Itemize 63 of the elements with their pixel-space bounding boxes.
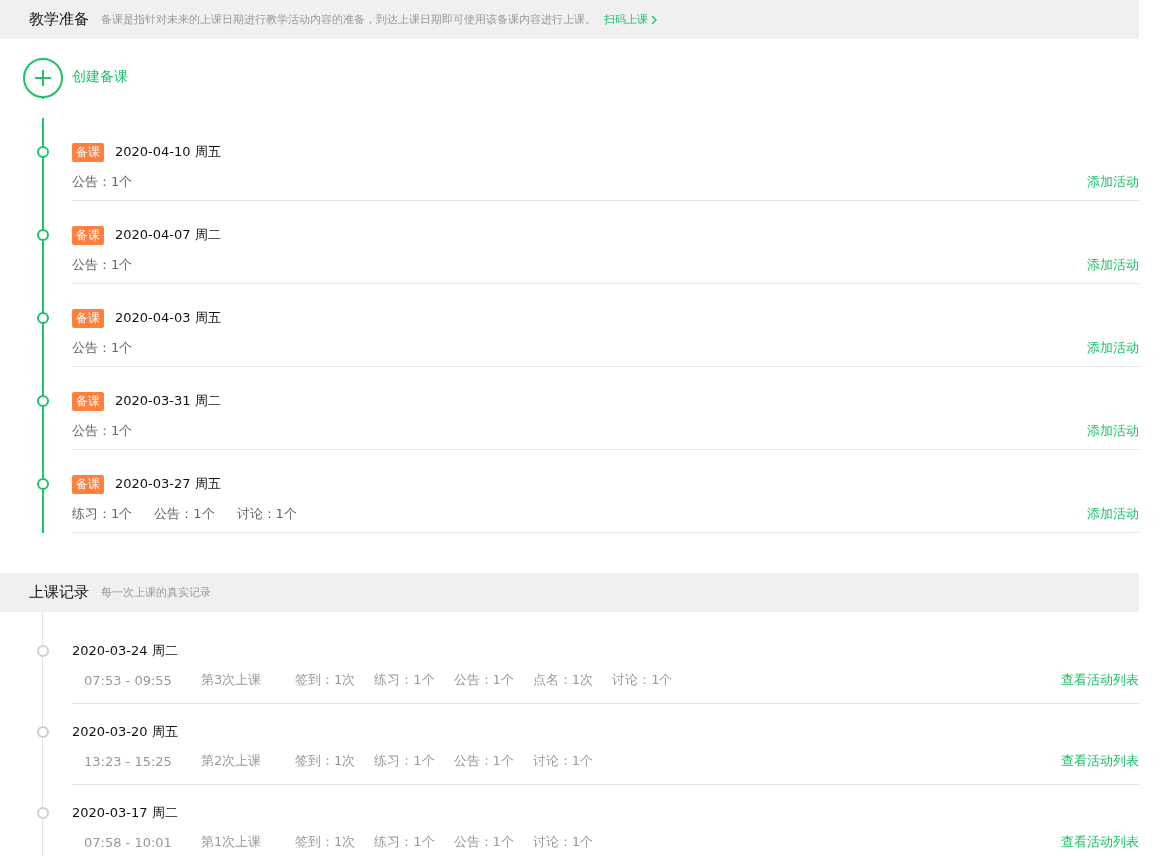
session-label: 第2次上课 <box>201 752 263 770</box>
time-range: 07:58 - 10:01 <box>84 834 173 850</box>
chevron-icon <box>651 14 657 25</box>
stat-text: 讨论：1个 <box>532 752 594 770</box>
add-activity-link[interactable]: 添加活动 <box>1087 505 1139 523</box>
stat-text: 练习：1个 <box>72 505 133 523</box>
timeline-dot <box>37 229 49 241</box>
session-label: 第3次上课 <box>201 671 263 689</box>
date-text: 2020-03-27 周五 <box>115 475 221 493</box>
stat-text: 讨论：1个 <box>612 671 673 689</box>
stat-text: 签到：1次 <box>295 671 356 689</box>
date-text: 2020-03-17 周二 <box>72 804 178 822</box>
stat-text: 公告：1个 <box>453 833 514 851</box>
prep-tag: 备课 <box>72 142 104 162</box>
section-title: 上课记录 <box>29 583 89 602</box>
add-activity-link[interactable]: 添加活动 <box>1087 339 1139 357</box>
view-activities-link[interactable]: 查看活动列表 <box>1061 752 1139 770</box>
timeline-dot <box>37 146 49 158</box>
timeline-dot <box>37 395 49 407</box>
stat-text: 签到：1次 <box>295 833 356 851</box>
prep-tag: 备课 <box>72 308 104 328</box>
add-circle-icon[interactable] <box>23 58 63 98</box>
session-label: 第1次上课 <box>201 833 263 851</box>
stat-text: 讨论：1个 <box>236 505 297 523</box>
prep-tag: 备课 <box>72 225 104 245</box>
timeline-dot <box>37 312 49 324</box>
add-activity-link[interactable]: 添加活动 <box>1087 422 1139 440</box>
timeline-dot <box>37 645 49 657</box>
add-activity-link[interactable]: 添加活动 <box>1087 256 1139 274</box>
timeline-dot <box>37 478 49 490</box>
date-text: 2020-03-24 周二 <box>72 642 178 660</box>
timeline-dot <box>37 807 49 819</box>
stat-text: 公告：1个 <box>72 173 133 191</box>
stat-text: 公告：1个 <box>154 505 215 523</box>
add-activity-link[interactable]: 添加活动 <box>1087 173 1139 191</box>
scan-link[interactable]: 扫码上课 <box>604 12 657 27</box>
stat-text: 公告：1个 <box>72 422 133 440</box>
time-range: 13:23 - 15:25 <box>84 753 173 769</box>
date-text: 2020-04-10 周五 <box>115 143 221 161</box>
date-text: 2020-04-03 周五 <box>115 309 221 327</box>
view-activities-link[interactable]: 查看活动列表 <box>1061 671 1139 689</box>
section-description: 备课是指针对未来的上课日期进行教学活动内容的准备，到达上课日期即可使用该备课内容进行上课。 <box>101 12 596 27</box>
date-text: 2020-03-31 周二 <box>115 392 221 410</box>
stat-text: 讨论：1个 <box>532 833 594 851</box>
section-title: 教学准备 <box>29 10 89 29</box>
prep-tag: 备课 <box>72 474 104 494</box>
stat-text: 签到：1次 <box>295 752 356 770</box>
time-range: 07:53 - 09:55 <box>84 672 173 688</box>
create-prep-link[interactable]: 创建备课 <box>72 68 128 86</box>
stat-text: 点名：1次 <box>532 671 594 689</box>
stat-text: 练习：1个 <box>374 833 435 851</box>
stat-text: 公告：1个 <box>453 671 514 689</box>
stat-text: 练习：1个 <box>374 671 435 689</box>
stat-text: 公告：1个 <box>72 256 133 274</box>
timeline-dot <box>37 726 49 738</box>
prep-tag: 备课 <box>72 391 104 411</box>
date-text: 2020-03-20 周五 <box>72 723 178 741</box>
date-text: 2020-04-07 周二 <box>115 226 221 244</box>
section-description: 每一次上课的真实记录 <box>101 585 211 600</box>
stat-text: 公告：1个 <box>72 339 133 357</box>
stat-text: 练习：1个 <box>374 752 435 770</box>
view-activities-link[interactable]: 查看活动列表 <box>1061 833 1139 851</box>
stat-text: 公告：1个 <box>453 752 514 770</box>
